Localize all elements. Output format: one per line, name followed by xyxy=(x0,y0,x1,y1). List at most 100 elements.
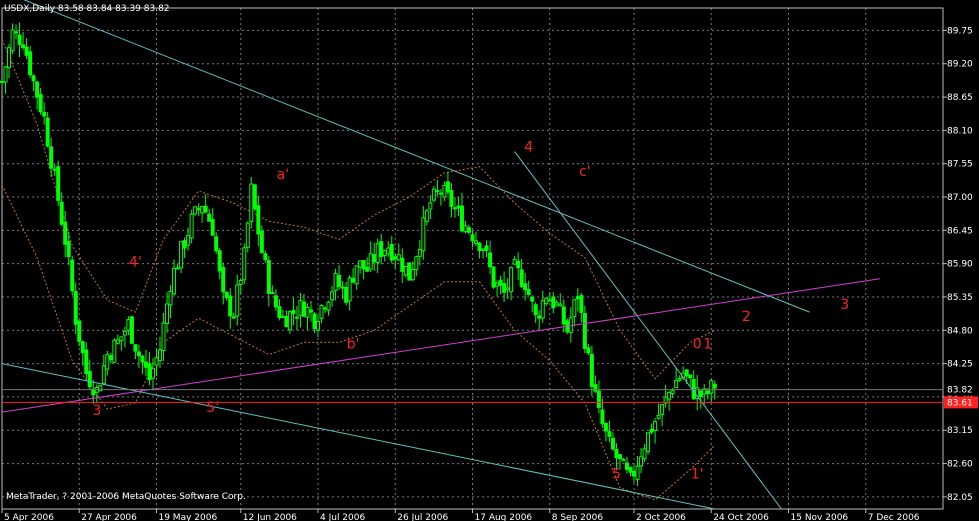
candle-body xyxy=(589,353,594,387)
candle-body xyxy=(59,201,64,225)
candle-body xyxy=(154,357,159,366)
candle-body xyxy=(544,297,549,305)
candle-body xyxy=(38,93,43,113)
candle-body xyxy=(217,250,222,272)
candle-body xyxy=(653,421,658,431)
candle-body xyxy=(540,300,545,319)
candle-body xyxy=(3,66,8,83)
candle-body xyxy=(477,242,482,252)
candle-body xyxy=(533,304,538,316)
candle-body xyxy=(270,292,275,295)
wave-label: 4' xyxy=(129,255,142,271)
y-tick-label: 85.35 xyxy=(947,293,973,303)
candle-body xyxy=(628,467,633,473)
candle-body xyxy=(284,315,289,328)
candle-body xyxy=(305,306,310,318)
candle-body xyxy=(66,241,71,258)
candle-body xyxy=(393,256,398,260)
candle-body xyxy=(77,320,82,342)
candle-body xyxy=(498,279,503,286)
candle-body xyxy=(150,368,155,379)
price-chart[interactable]: 3 4' 5' a' b' 4 c' 5 1' 0 1 2 3 89.75 89.20 88.65 88.10… xyxy=(0,0,979,521)
candle-body xyxy=(670,390,675,395)
wave-labels: 3 4' 5' a' b' 4 c' 5 1' 0 1 2 3 xyxy=(92,140,849,483)
candle-body xyxy=(512,259,517,265)
candle-body xyxy=(28,51,33,76)
candle-body xyxy=(372,254,377,263)
candle-body xyxy=(466,227,471,233)
candle-body xyxy=(115,339,120,344)
candle-body xyxy=(639,456,644,467)
candle-body xyxy=(228,295,233,317)
candle-body xyxy=(456,205,461,209)
candle-body xyxy=(491,266,496,288)
chart-window[interactable]: 3 4' 5' a' b' 4 c' 5 1' 0 1 2 3 89.75 89.20 88.65 88.10… xyxy=(0,0,979,521)
candle-body xyxy=(259,230,264,254)
candle-body xyxy=(14,31,19,34)
candle-body xyxy=(593,384,598,392)
candle-body xyxy=(474,240,479,245)
candle-body xyxy=(624,462,629,470)
candle-body xyxy=(316,321,321,331)
candle-body xyxy=(688,374,693,379)
candle-body xyxy=(438,192,443,195)
candle-body xyxy=(526,289,531,296)
candle-body xyxy=(431,188,436,201)
candle-body xyxy=(340,286,345,289)
candle-body xyxy=(442,184,447,198)
candle-body xyxy=(646,432,651,453)
candle-body xyxy=(214,236,219,252)
candle-body xyxy=(424,210,429,222)
candle-body xyxy=(400,257,405,272)
candle-body xyxy=(347,277,352,302)
wave-label: 4 xyxy=(524,140,533,156)
candle-body xyxy=(382,250,387,257)
candle-body xyxy=(49,146,54,169)
candle-body xyxy=(35,81,40,98)
candle-body xyxy=(179,241,184,269)
x-tick-label: 17 Aug 2006 xyxy=(475,513,533,521)
wave-label: 3 xyxy=(92,403,101,419)
candle-body xyxy=(677,377,682,381)
candle-body xyxy=(537,315,542,319)
candle-body xyxy=(660,404,665,415)
candle-body xyxy=(484,245,489,251)
candle-body xyxy=(158,349,163,362)
candle-body xyxy=(505,287,510,291)
y-tick-label: 85.90 xyxy=(947,260,973,270)
candle-body xyxy=(386,247,391,255)
wave-label: 5 xyxy=(612,467,621,483)
candle-body xyxy=(358,260,363,268)
candle-body xyxy=(105,354,110,370)
wave-label: 0 xyxy=(693,336,702,352)
candle-body xyxy=(452,207,457,210)
candle-body xyxy=(709,380,714,394)
candle-body xyxy=(674,379,679,389)
grid xyxy=(1,7,944,510)
x-tick-label: 8 Sep 2006 xyxy=(552,513,604,521)
candle-body xyxy=(210,219,215,236)
x-tick-label: 5 Apr 2006 xyxy=(4,513,54,521)
candle-body xyxy=(463,225,468,232)
candle-body xyxy=(52,168,57,171)
candle-body xyxy=(417,248,422,257)
candle-body xyxy=(684,369,689,377)
candle-body xyxy=(414,256,419,271)
candle-body xyxy=(312,313,317,329)
band-upper xyxy=(1,39,716,380)
wave-label: 2 xyxy=(742,309,751,325)
candle-body xyxy=(610,437,615,450)
candle-body xyxy=(308,309,313,313)
current-price-label: 83.82 xyxy=(947,386,973,396)
y-tick-label: 83.15 xyxy=(947,426,973,436)
candle-body xyxy=(421,217,426,252)
candle-body xyxy=(122,330,127,336)
candle-body xyxy=(572,299,577,318)
candle-body xyxy=(621,459,626,462)
candle-body xyxy=(617,454,622,460)
candle-body xyxy=(607,431,612,437)
candle-body xyxy=(554,302,559,306)
candle-body xyxy=(196,208,201,211)
candle-body xyxy=(186,234,191,246)
candle-body xyxy=(242,247,247,281)
